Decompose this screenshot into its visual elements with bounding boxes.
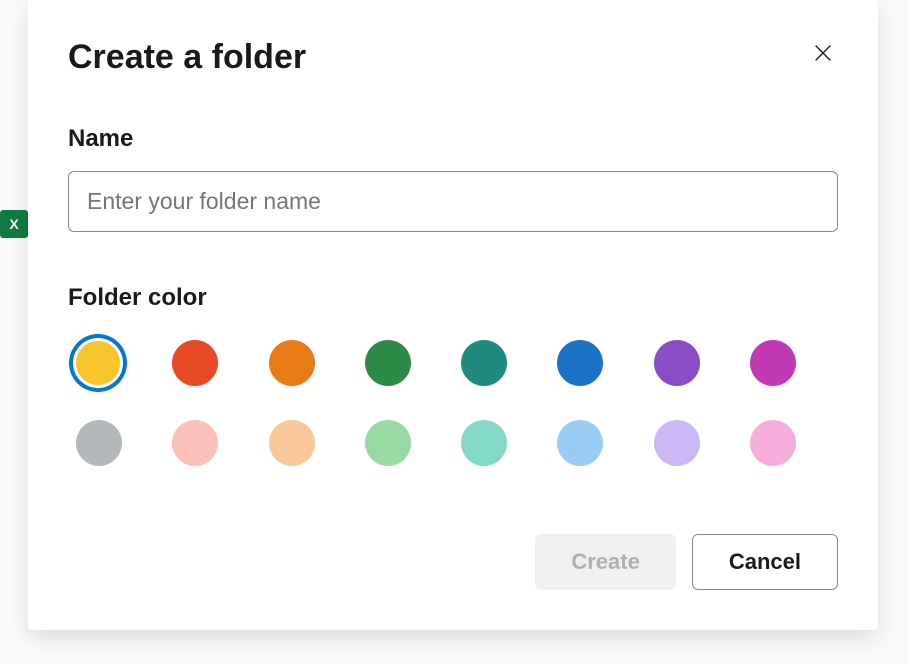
color-swatch-purple[interactable] xyxy=(654,340,700,386)
cancel-button[interactable]: Cancel xyxy=(692,534,838,590)
color-swatch-light-teal[interactable] xyxy=(461,420,507,466)
dialog-footer: Create Cancel xyxy=(68,534,838,590)
color-swatch-orange[interactable] xyxy=(269,340,315,386)
color-cell xyxy=(164,340,260,386)
color-swatch-light-red[interactable] xyxy=(172,420,218,466)
color-swatch-light-green[interactable] xyxy=(365,420,411,466)
color-cell xyxy=(646,340,742,386)
color-swatch-light-pink[interactable] xyxy=(750,420,796,466)
folder-name-input[interactable] xyxy=(68,171,838,232)
name-label: Name xyxy=(68,125,838,153)
color-cell xyxy=(261,340,357,386)
color-swatch-green[interactable] xyxy=(365,340,411,386)
color-swatch-red[interactable] xyxy=(172,340,218,386)
close-button[interactable] xyxy=(808,38,838,68)
color-cell xyxy=(742,340,838,386)
color-section: Folder color xyxy=(68,284,838,466)
color-label: Folder color xyxy=(68,284,838,312)
name-section: Name xyxy=(68,125,838,232)
color-swatch-light-purple[interactable] xyxy=(654,420,700,466)
create-folder-dialog: Create a folder Name Folder color Create… xyxy=(28,0,878,630)
color-cell xyxy=(742,420,838,466)
color-swatch-yellow[interactable] xyxy=(76,341,120,385)
color-swatch-magenta[interactable] xyxy=(750,340,796,386)
color-swatch-grey[interactable] xyxy=(76,420,122,466)
color-cell xyxy=(453,420,549,466)
color-cell xyxy=(357,420,453,466)
color-cell xyxy=(549,340,645,386)
color-swatch-blue[interactable] xyxy=(557,340,603,386)
color-cell xyxy=(261,420,357,466)
dialog-header: Create a folder xyxy=(68,38,838,77)
color-picker-grid xyxy=(68,330,838,466)
color-swatch-light-orange[interactable] xyxy=(269,420,315,466)
color-cell xyxy=(164,420,260,466)
color-cell xyxy=(357,340,453,386)
color-cell xyxy=(68,340,164,386)
create-button[interactable]: Create xyxy=(535,534,675,590)
color-swatch-light-blue[interactable] xyxy=(557,420,603,466)
color-cell xyxy=(453,340,549,386)
color-cell xyxy=(68,420,164,466)
close-icon xyxy=(812,42,834,64)
color-swatch-teal[interactable] xyxy=(461,340,507,386)
color-cell xyxy=(549,420,645,466)
excel-file-icon: X xyxy=(0,210,28,238)
color-cell xyxy=(646,420,742,466)
dialog-title: Create a folder xyxy=(68,38,306,77)
